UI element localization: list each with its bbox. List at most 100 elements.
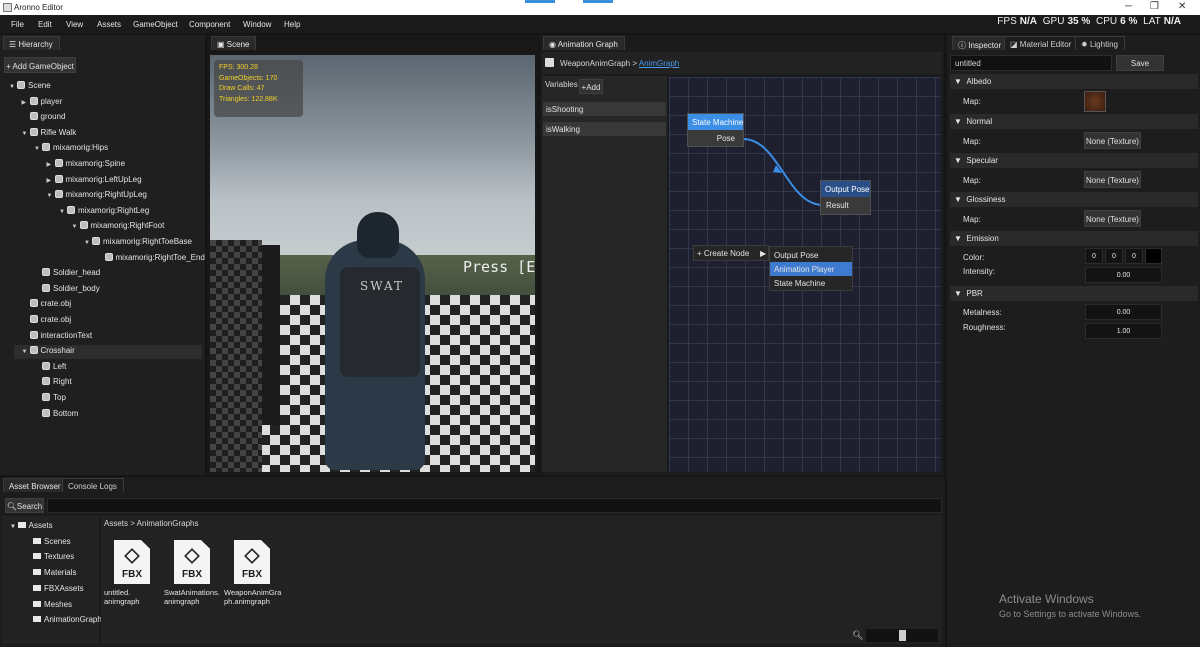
glossiness-map-button[interactable]: None (Texture): [1084, 210, 1141, 227]
tab-hierarchy[interactable]: ☰ Hierarchy: [3, 36, 60, 50]
hierarchy-item[interactable]: Right: [34, 376, 200, 390]
chevron-down-icon[interactable]: ▼: [22, 131, 30, 137]
hierarchy-item[interactable]: ▼ mixamorig:RightToeBase: [84, 236, 200, 250]
chevron-down-icon[interactable]: ▼: [84, 240, 92, 246]
menu-help[interactable]: Help: [284, 20, 300, 29]
result-pin[interactable]: Result: [821, 197, 870, 214]
variable-isshooting[interactable]: isShooting: [543, 102, 666, 116]
hierarchy-item[interactable]: ▼ mixamorig:Hips: [34, 142, 200, 156]
tab-scene[interactable]: ▣ Scene: [211, 36, 257, 50]
hierarchy-item[interactable]: crate.obj: [22, 314, 201, 328]
chevron-down-icon[interactable]: ▼: [59, 209, 67, 215]
roughness-field[interactable]: 1.00: [1085, 323, 1162, 339]
hierarchy-item[interactable]: Bottom: [34, 408, 200, 422]
normal-section[interactable]: ▼ Normal: [950, 114, 1198, 129]
zoom-slider[interactable]: [866, 629, 938, 642]
variable-iswalking[interactable]: isWalking: [543, 122, 666, 136]
chevron-right-icon[interactable]: ▶: [47, 161, 55, 168]
hierarchy-item[interactable]: ground: [22, 111, 201, 125]
menu-window[interactable]: Window: [243, 20, 271, 29]
create-node-menu[interactable]: + Create Node ▶: [693, 245, 769, 261]
chevron-down-icon[interactable]: ▼: [22, 349, 30, 355]
tab-inspector[interactable]: ⓘ Inspector: [952, 36, 1009, 50]
hierarchy-item[interactable]: Soldier_body: [34, 283, 200, 297]
output-pose-node[interactable]: Output Pose Result: [820, 180, 871, 215]
maximize-icon[interactable]: ❐: [1150, 1, 1159, 12]
menu-assets[interactable]: Assets: [97, 20, 121, 29]
folder-item[interactable]: ▼ Assets: [10, 521, 53, 530]
chevron-down-icon[interactable]: ▼: [10, 524, 18, 530]
hierarchy-item[interactable]: ▶ mixamorig:Spine: [47, 158, 201, 172]
breadcrumb-link[interactable]: AnimGraph: [639, 59, 679, 68]
hierarchy-item[interactable]: ▼ mixamorig:RightUpLeg: [47, 189, 201, 203]
folder-item[interactable]: Textures: [33, 552, 74, 561]
folder-item[interactable]: FBXAssets: [33, 584, 84, 593]
hierarchy-item[interactable]: ▼ mixamorig:RightFoot: [72, 220, 201, 234]
submenu-item[interactable]: State Machine: [770, 276, 852, 290]
chevron-down-icon[interactable]: ▼: [72, 224, 80, 230]
search-input[interactable]: [47, 498, 942, 513]
chevron-right-icon[interactable]: ▶: [47, 177, 55, 184]
submenu-item[interactable]: Output Pose: [770, 248, 852, 262]
tab-animation-graph[interactable]: ◉ Animation Graph: [543, 36, 625, 50]
menu-file[interactable]: File: [11, 20, 24, 29]
normal-map-button[interactable]: None (Texture): [1084, 132, 1141, 149]
minimize-icon[interactable]: ─: [1125, 1, 1132, 12]
emission-intensity-field[interactable]: 0.00: [1085, 267, 1162, 283]
state-machine-node[interactable]: State Machine Pose: [687, 113, 744, 147]
hierarchy-item[interactable]: ▼ mixamorig:RightLeg: [59, 205, 200, 219]
zoom-slider-handle[interactable]: [899, 630, 906, 641]
graph-canvas[interactable]: State Machine Pose Output Pose Result + …: [669, 77, 941, 472]
glossiness-section[interactable]: ▼ Glossiness: [950, 192, 1198, 207]
save-button[interactable]: Save: [1116, 55, 1164, 71]
chevron-right-icon[interactable]: ▶: [22, 99, 30, 106]
hierarchy-item[interactable]: interactionText: [22, 330, 201, 344]
hierarchy-item[interactable]: mixamorig:RightToe_End: [97, 252, 205, 266]
save-icon[interactable]: [545, 58, 554, 67]
material-name-input[interactable]: untitled: [950, 55, 1112, 71]
tab-material-editor[interactable]: ◪ Material Editor: [1004, 36, 1079, 50]
specular-section[interactable]: ▼ Specular: [950, 153, 1198, 168]
tab-asset-browser[interactable]: Asset Browser: [3, 478, 68, 492]
scene-viewport[interactable]: SWAT Press [E]: [210, 55, 535, 472]
search-button[interactable]: 🔍︎Search: [5, 498, 44, 513]
hierarchy-item[interactable]: crate.obj: [22, 298, 201, 312]
metalness-field[interactable]: 0.00: [1085, 304, 1162, 320]
chevron-down-icon[interactable]: ▼: [9, 84, 17, 90]
emission-r-field[interactable]: 0: [1085, 248, 1103, 264]
hierarchy-item[interactable]: ▶ mixamorig:LeftUpLeg: [47, 174, 201, 188]
add-variable-button[interactable]: +Add: [579, 79, 603, 94]
tab-console-logs[interactable]: Console Logs: [62, 478, 124, 492]
close-icon[interactable]: ✕: [1178, 1, 1186, 12]
albedo-section[interactable]: ▼ Albedo: [950, 74, 1198, 89]
emission-section[interactable]: ▼ Emission: [950, 231, 1198, 246]
folder-item[interactable]: Scenes: [33, 537, 71, 546]
pbr-section[interactable]: ▼ PBR: [950, 286, 1198, 301]
tab-lighting[interactable]: ✹ Lighting: [1075, 36, 1125, 50]
create-node-item[interactable]: + Create Node ▶: [694, 246, 768, 260]
hierarchy-item[interactable]: Left: [34, 361, 200, 375]
specular-map-button[interactable]: None (Texture): [1084, 171, 1141, 188]
chevron-down-icon[interactable]: ▼: [34, 146, 42, 152]
folder-item[interactable]: Materials: [33, 568, 76, 577]
folder-item[interactable]: AnimationGraph: [33, 615, 102, 624]
emission-g-field[interactable]: 0: [1105, 248, 1123, 264]
pose-pin[interactable]: Pose: [688, 130, 743, 147]
menu-component[interactable]: Component: [189, 20, 230, 29]
menu-edit[interactable]: Edit: [38, 20, 52, 29]
hierarchy-item[interactable]: Top: [34, 392, 200, 406]
add-gameobject-button[interactable]: + Add GameObject: [4, 57, 76, 73]
emission-color-swatch[interactable]: [1145, 248, 1162, 264]
emission-b-field[interactable]: 0: [1125, 248, 1143, 264]
asset-item[interactable]: FBX SwatAnimations. animgraph: [164, 540, 220, 606]
hierarchy-item[interactable]: ▶ player: [22, 96, 201, 110]
hierarchy-item[interactable]: ▼ Rifle Walk: [22, 127, 201, 141]
menu-gameobject[interactable]: GameObject: [133, 20, 178, 29]
folder-item[interactable]: Meshes: [33, 600, 72, 609]
submenu-item[interactable]: Animation Player: [770, 262, 852, 276]
hierarchy-item[interactable]: Soldier_head: [34, 267, 200, 281]
albedo-texture-thumbnail[interactable]: [1084, 91, 1106, 112]
hierarchy-item[interactable]: ▼ Crosshair: [14, 345, 202, 360]
asset-item[interactable]: FBX WeaponAnimGra ph.animgraph: [224, 540, 281, 606]
hierarchy-item[interactable]: ▼ Scene: [9, 80, 200, 94]
